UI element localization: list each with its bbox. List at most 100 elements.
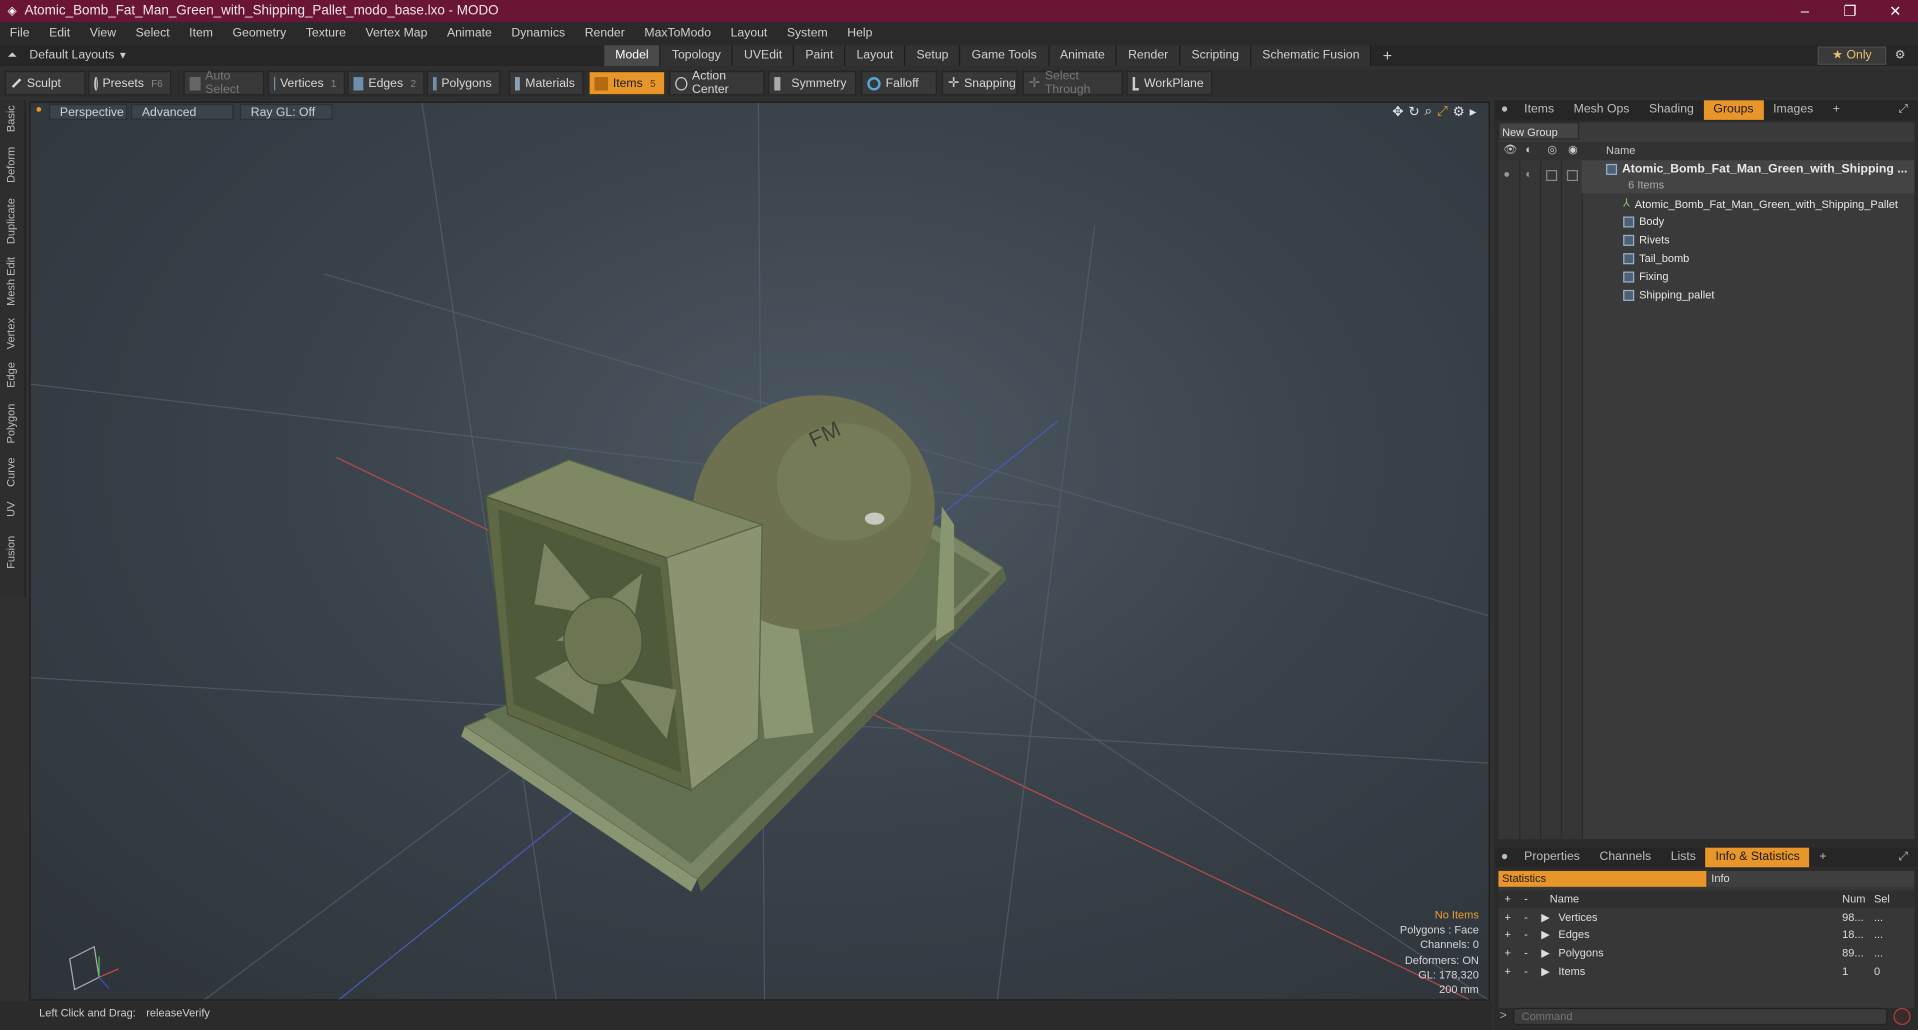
- tab-schematic-fusion[interactable]: Schematic Fusion: [1251, 45, 1372, 67]
- strip-tab-uv[interactable]: UV: [5, 502, 17, 517]
- add-icon[interactable]: +: [1505, 928, 1511, 940]
- chevron-down-icon[interactable]: ▼: [118, 50, 128, 61]
- expand-arrow-icon[interactable]: ▶: [1541, 928, 1549, 941]
- visibility-col-icon[interactable]: 👁: [1503, 143, 1517, 156]
- maximize-button[interactable]: ❐: [1827, 2, 1872, 19]
- tab-topology[interactable]: Topology: [660, 45, 734, 67]
- statistics-tab[interactable]: Statistics: [1498, 870, 1707, 887]
- tab-game-tools[interactable]: Game Tools: [960, 45, 1049, 67]
- viewport-dot-icon[interactable]: ●: [35, 103, 42, 115]
- zoom-view-icon[interactable]: ⌕: [1425, 104, 1433, 120]
- menu-layout[interactable]: Layout: [721, 27, 777, 40]
- action-center-button[interactable]: Action Center: [669, 70, 765, 97]
- add-icon[interactable]: +: [1505, 947, 1511, 959]
- add-icon[interactable]: +: [1505, 965, 1511, 977]
- group-child-body[interactable]: Body: [1623, 215, 1664, 228]
- items-button[interactable]: Items 5: [588, 70, 666, 96]
- tab-images[interactable]: Images: [1763, 100, 1823, 120]
- menu-select[interactable]: Select: [126, 27, 180, 40]
- lock-col-icon[interactable]: ◎: [1547, 143, 1557, 156]
- render-toggle-icon[interactable]: ◐: [1525, 168, 1532, 180]
- info-tab[interactable]: Info: [1707, 870, 1915, 887]
- stats-row[interactable]: + - ▶ Items 1 0: [1498, 963, 1914, 980]
- add-all-icon[interactable]: +: [1505, 893, 1511, 905]
- auto-select-button[interactable]: Auto Select: [183, 70, 265, 97]
- remove-icon[interactable]: -: [1524, 947, 1528, 959]
- menu-view[interactable]: View: [80, 27, 126, 40]
- group-child-tail-bomb[interactable]: Tail_bomb: [1623, 252, 1689, 264]
- menu-item[interactable]: Item: [179, 27, 222, 40]
- eye-icon[interactable]: ●: [1503, 168, 1510, 180]
- rotate-view-icon[interactable]: ↻: [1408, 104, 1419, 120]
- strip-tab-vertex[interactable]: Vertex: [5, 318, 17, 349]
- expand-arrow-icon[interactable]: ▶: [1541, 946, 1549, 959]
- viewport-menu-icon[interactable]: ▸: [1470, 104, 1477, 120]
- tab-model[interactable]: Model: [604, 45, 661, 67]
- vertices-button[interactable]: Vertices 1: [267, 70, 345, 96]
- new-group-button[interactable]: New Group: [1498, 122, 1580, 140]
- panel-dot-icon[interactable]: ●: [1495, 100, 1515, 120]
- menu-geometry[interactable]: Geometry: [223, 27, 296, 40]
- group-root-item[interactable]: Atomic_Bomb_Fat_Man_Green_with_Shipping …: [1606, 163, 1907, 176]
- menu-dynamics[interactable]: Dynamics: [502, 27, 575, 40]
- materials-button[interactable]: Materials: [508, 70, 584, 96]
- stats-name-header[interactable]: Name: [1550, 893, 1579, 905]
- menu-file[interactable]: File: [0, 27, 39, 40]
- add-panel-tab-button[interactable]: +: [1823, 100, 1850, 120]
- stats-row[interactable]: + - ▶ Polygons 89... ...: [1498, 944, 1914, 961]
- menu-help[interactable]: Help: [837, 27, 882, 40]
- 3d-viewport[interactable]: FM ● Perspective Advanced Ray GL: Off ✥ …: [29, 101, 1490, 1001]
- advanced-button[interactable]: Advanced: [130, 103, 234, 120]
- remove-all-icon[interactable]: -: [1524, 893, 1528, 905]
- sculpt-button[interactable]: Sculpt: [4, 70, 86, 96]
- add-tab-button[interactable]: +: [1372, 45, 1403, 66]
- workplane-button[interactable]: WorkPlane: [1126, 70, 1213, 96]
- menu-texture[interactable]: Texture: [296, 27, 356, 40]
- move-view-icon[interactable]: ✥: [1392, 104, 1403, 120]
- minimize-button[interactable]: –: [1782, 2, 1827, 19]
- expand-panel-icon[interactable]: ⤢: [1889, 100, 1918, 120]
- strip-tab-polygon[interactable]: Polygon: [5, 404, 17, 444]
- strip-tab-fusion[interactable]: Fusion: [5, 536, 17, 569]
- record-icon[interactable]: [1893, 1007, 1911, 1026]
- tab-properties[interactable]: Properties: [1514, 848, 1589, 868]
- tab-animate[interactable]: Animate: [1048, 45, 1118, 67]
- tab-items[interactable]: Items: [1514, 100, 1563, 120]
- expand-arrow-icon[interactable]: ▶: [1541, 911, 1549, 924]
- menu-animate[interactable]: Animate: [437, 27, 501, 40]
- select-through-button[interactable]: ✛ Select Through: [1022, 70, 1123, 97]
- polygons-button[interactable]: Polygons: [426, 70, 501, 96]
- menu-edit[interactable]: Edit: [39, 27, 80, 40]
- maximize-view-icon[interactable]: ⤢: [1437, 104, 1448, 120]
- menu-system[interactable]: System: [777, 27, 837, 40]
- tab-groups[interactable]: Groups: [1703, 100, 1764, 120]
- group-child-locator[interactable]: ⅄ Atomic_Bomb_Fat_Man_Green_with_Shippin…: [1623, 197, 1898, 210]
- menu-render[interactable]: Render: [575, 27, 635, 40]
- render-col-icon[interactable]: ◐: [1525, 143, 1532, 155]
- tab-setup[interactable]: Setup: [905, 45, 961, 67]
- tab-layout[interactable]: Layout: [845, 45, 906, 67]
- expand-arrow-icon[interactable]: ▶: [1541, 964, 1549, 977]
- strip-tab-deform[interactable]: Deform: [5, 147, 17, 183]
- edges-button[interactable]: Edges 2: [347, 70, 425, 96]
- name-column-header[interactable]: Name: [1606, 144, 1635, 156]
- falloff-button[interactable]: Falloff: [861, 70, 937, 96]
- panel-dot-icon[interactable]: ●: [1495, 848, 1515, 868]
- layout-selector[interactable]: Default Layouts: [29, 49, 114, 62]
- tab-paint[interactable]: Paint: [794, 45, 846, 67]
- tab-channels[interactable]: Channels: [1590, 848, 1661, 868]
- strip-tab-edge[interactable]: Edge: [5, 362, 17, 388]
- tab-mesh-ops[interactable]: Mesh Ops: [1564, 100, 1639, 120]
- only-toggle[interactable]: ★ Only: [1817, 46, 1887, 65]
- perspective-button[interactable]: Perspective: [48, 103, 128, 120]
- lock-toggle[interactable]: [1546, 170, 1558, 182]
- strip-tab-duplicate[interactable]: Duplicate: [5, 198, 17, 244]
- menu-maxtomodo[interactable]: MaxToModo: [635, 27, 721, 40]
- remove-icon[interactable]: -: [1524, 965, 1528, 977]
- strip-tab-mesh-edit[interactable]: Mesh Edit: [5, 257, 17, 306]
- viewport-settings-icon[interactable]: ⚙: [1453, 104, 1465, 120]
- add-bottom-tab-button[interactable]: +: [1810, 848, 1837, 868]
- gear-icon[interactable]: ⚙: [1895, 49, 1906, 62]
- raygl-button[interactable]: Ray GL: Off: [239, 103, 333, 120]
- command-input[interactable]: [1513, 1007, 1888, 1026]
